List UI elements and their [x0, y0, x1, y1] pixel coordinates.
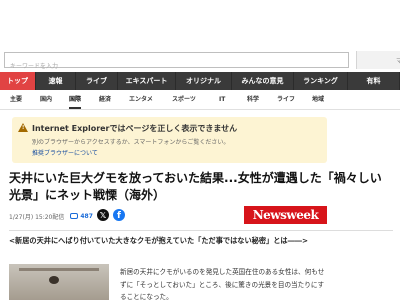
main-nav-original[interactable]: オリジナル: [176, 72, 232, 90]
divider: [9, 230, 393, 231]
ie-warning-title: Internet Explorerではページを正しく表示できません: [32, 124, 238, 133]
main-nav-expert[interactable]: エキスパート: [118, 72, 176, 90]
ceiling-beam: [19, 268, 99, 271]
main-nav-live[interactable]: ライブ: [76, 72, 118, 90]
category-tab-it[interactable]: IT: [219, 90, 225, 110]
x-share-icon[interactable]: 𝕏: [97, 209, 109, 221]
spider-shape: [49, 276, 59, 284]
article-headline: 天井にいた巨大グモを放っておいた結果...女性が遭遇した「禍々しい光景」にネット…: [9, 171, 382, 202]
category-tab-main[interactable]: 主要: [10, 90, 22, 110]
ie-warning-text: 別のブラウザーからアクセスするか、スマートフォンからご覧ください。: [32, 139, 230, 146]
newsweek-logo[interactable]: Newsweek: [244, 206, 327, 224]
category-nav: 主要 国内 国際 経済 エンタメ スポーツ IT 科学 ライフ 地域: [0, 90, 400, 110]
article-image[interactable]: [9, 264, 109, 300]
article-lead: <新居の天井にへばり付いていた大きなクモが抱えていた「ただ事ではない秘密」とは―…: [9, 236, 308, 245]
main-nav: トップ 速報 ライブ エキスパート オリジナル みんなの意見 ランキング 有料: [0, 72, 400, 90]
publish-date: 1/27(月) 15:20配信: [9, 213, 65, 221]
search-box[interactable]: [4, 52, 349, 74]
comment-icon[interactable]: [70, 213, 79, 219]
category-tab-life[interactable]: ライフ: [277, 90, 295, 110]
main-nav-paid[interactable]: 有料: [348, 72, 400, 90]
search-side-panel[interactable]: マ: [356, 51, 400, 69]
main-nav-ranking[interactable]: ランキング: [294, 72, 348, 90]
article-body: 新居の天井にクモがいるのを発見した英国在住のある女性は、何もせずに「そっとしてお…: [120, 268, 325, 300]
category-tab-international[interactable]: 国際: [69, 90, 82, 109]
category-tab-science[interactable]: 科学: [247, 90, 259, 110]
category-tab-domestic[interactable]: 国内: [40, 90, 52, 110]
facebook-share-icon[interactable]: f: [113, 209, 125, 221]
ie-warning-banner: Internet Explorerではページを正しく表示できません 別のブラウザ…: [12, 117, 327, 163]
category-tab-entertainment[interactable]: エンタメ: [129, 90, 153, 110]
main-nav-breaking[interactable]: 速報: [36, 72, 76, 90]
recommended-browser-link[interactable]: 推奨ブラウザーについて: [32, 148, 98, 157]
search-side-label: マ: [396, 58, 400, 65]
main-nav-opinions[interactable]: みんなの意見: [232, 72, 294, 90]
article-meta: 1/27(月) 15:20配信 487: [9, 210, 93, 222]
warning-icon: [18, 123, 28, 132]
header-area: [0, 0, 400, 48]
category-tab-local[interactable]: 地域: [312, 90, 324, 110]
comment-count[interactable]: 487: [80, 213, 93, 220]
category-tab-sports[interactable]: スポーツ: [172, 90, 196, 110]
main-nav-top[interactable]: トップ: [0, 72, 36, 90]
category-tab-economy[interactable]: 経済: [99, 90, 111, 110]
